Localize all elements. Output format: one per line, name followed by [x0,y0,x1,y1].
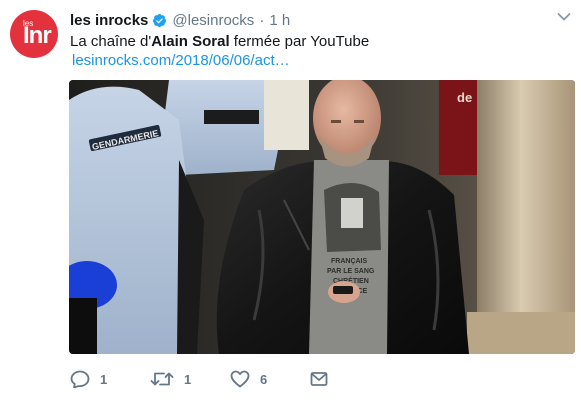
separator-dot: · [259,11,265,29]
sign-text: de [457,90,472,105]
retweet-count: 1 [184,371,192,387]
shirt-text-2: PAR LE SANG [327,268,375,275]
message-icon [310,372,328,386]
tweet-header: les inrocks @lesinrocks · 1 h [70,10,290,30]
tweet-time[interactable]: 1 h [269,12,290,29]
tweet-text-bold: Alain Soral [151,33,230,50]
tweet-text-start: La chaîne d' [70,33,152,50]
reply-button[interactable]: 1 [70,368,107,390]
avatar-logo-main: Inr [23,22,52,49]
message-button[interactable] [310,368,328,390]
tweet-text-end: fermée par YouTube [229,33,370,50]
tweet-text: La chaîne d'Alain Soral fermée par YouTu… [70,32,369,52]
photo-scene: de GENDARMERIE FRANÇAIS PAR LE SANG CHRÉ… [69,80,575,354]
retweet-button[interactable]: 1 [150,368,191,390]
tweet-actions: 1 1 6 [70,368,370,390]
tweet: les Inr les inrocks @lesinrocks · 1 h La… [0,0,581,400]
avatar[interactable]: les Inr [10,10,58,58]
reply-count: 1 [100,371,108,387]
tweet-link[interactable]: lesinrocks.com/2018/06/06/act… [72,51,290,71]
chevron-down-icon[interactable] [557,12,571,22]
reply-icon [70,370,90,388]
like-count: 6 [260,371,268,387]
author-handle[interactable]: @lesinrocks [172,12,254,29]
like-icon [230,370,250,388]
shirt-text-1: FRANÇAIS [331,258,367,265]
like-button[interactable]: 6 [230,368,267,390]
retweet-icon [150,372,174,386]
tweet-photo[interactable]: de GENDARMERIE FRANÇAIS PAR LE SANG CHRÉ… [69,80,575,354]
author-name[interactable]: les inrocks [70,12,148,29]
verified-icon [153,13,167,27]
